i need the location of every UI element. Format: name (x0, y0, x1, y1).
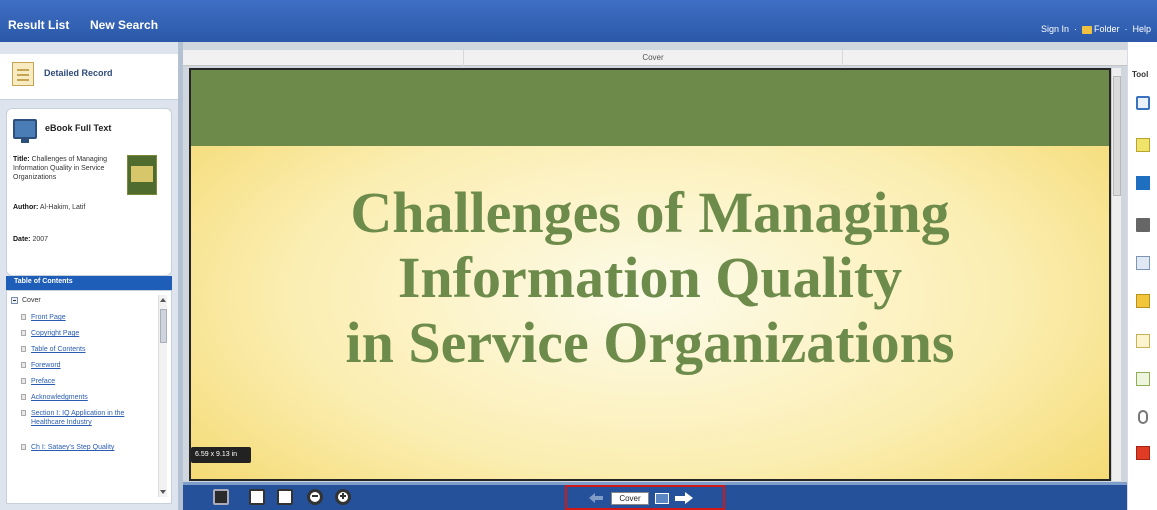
page-size-badge: 6.59 x 9.13 in (191, 447, 251, 463)
page-icon (21, 346, 26, 352)
help-link[interactable]: Help (1132, 24, 1151, 34)
detailed-record-icon (12, 62, 34, 86)
ebook-screen-icon (13, 119, 37, 143)
page-navigation: Cover (565, 485, 725, 510)
ebook-info-panel: eBook Full Text Title: Challenges of Man… (6, 108, 172, 276)
go-to-page-icon[interactable] (655, 493, 669, 504)
toc-item[interactable]: Copyright Page (21, 329, 151, 338)
ebook-full-text-heading: eBook Full Text (45, 123, 112, 133)
toc-item[interactable]: Front Page (21, 313, 151, 322)
dictionary-icon[interactable] (1136, 176, 1150, 190)
top-nav-bar: Result List New Search Sign In · Folder … (0, 0, 1157, 42)
new-search-link[interactable]: New Search (90, 18, 158, 32)
separator: · (1124, 24, 1128, 34)
title-label: Title: (13, 156, 30, 163)
tools-panel: Tool (1127, 42, 1157, 510)
toc-item-label: Preface (31, 378, 56, 385)
toc-panel: Cover Front Page Copyright Page Table of… (6, 290, 172, 504)
permalink-icon[interactable] (1138, 410, 1148, 424)
zoom-out-icon[interactable] (307, 489, 323, 505)
fit-width-icon[interactable] (249, 489, 265, 505)
toc-item[interactable]: Acknowledgments (21, 393, 151, 402)
left-sidebar: Detailed Record eBook Full Text Title: C… (0, 42, 178, 510)
detailed-record-box[interactable]: Detailed Record (0, 54, 178, 100)
page-viewer: Cover Challenges of Managing Information… (183, 42, 1127, 510)
ebook-viewer-app: Result List New Search Sign In · Folder … (0, 0, 1157, 510)
toc-root-label: Cover (22, 297, 41, 304)
zoom-in-icon[interactable] (335, 489, 351, 505)
author-label: Author: (13, 204, 39, 211)
toc-heading: Table of Contents (6, 276, 172, 290)
toc-root-item[interactable]: Cover (11, 297, 41, 304)
title-meta: Title: Challenges of Managing Informatio… (13, 155, 115, 182)
date-label: Date: (13, 236, 31, 243)
viewer-toolbar: Cover (183, 482, 1127, 510)
cover-top-band (191, 70, 1109, 146)
tools-heading: Tool (1132, 70, 1149, 79)
toc-item[interactable]: Preface (21, 377, 151, 386)
cover-title: Challenges of Managing Information Quali… (191, 180, 1109, 375)
save-icon[interactable] (1136, 294, 1150, 308)
toc-item[interactable]: Ch I: Sataey's Step Quality (21, 443, 151, 452)
folder-link[interactable]: Folder (1081, 24, 1120, 34)
toc-item-label: Front Page (31, 314, 66, 321)
scroll-thumb[interactable] (160, 309, 167, 343)
author-value: Al-Hakim, Latif (39, 204, 86, 211)
account-links: Sign In · Folder · Help (1041, 24, 1151, 34)
export-icon[interactable] (1136, 372, 1150, 386)
email-icon[interactable] (1136, 256, 1150, 270)
scroll-up-icon[interactable] (160, 298, 166, 302)
current-section-tab: Cover (463, 50, 843, 66)
viewer-scrollbar[interactable] (1111, 68, 1121, 481)
date-meta: Date: 2007 (13, 235, 48, 244)
cover-title-line: in Service Organizations (345, 310, 955, 375)
page-icon (21, 394, 26, 400)
viewer-tab-bar: Cover (183, 50, 1127, 66)
book-cover-thumbnail[interactable] (127, 155, 157, 195)
scroll-thumb[interactable] (1113, 76, 1121, 196)
page-icon (21, 330, 26, 336)
note-icon[interactable] (1136, 138, 1150, 152)
separator: · (1073, 24, 1077, 34)
toc-item-label: Section I: IQ Application in the Healthc… (31, 410, 125, 426)
toc-item-label: Foreword (31, 362, 61, 369)
toc-item-label: Acknowledgments (31, 394, 88, 401)
detailed-record-link[interactable]: Detailed Record (44, 68, 113, 78)
page-area: Challenges of Managing Information Quali… (189, 68, 1119, 481)
search-icon[interactable] (1136, 96, 1150, 110)
fit-page-icon[interactable] (277, 489, 293, 505)
cover-title-line: Challenges of Managing (350, 180, 950, 245)
page-input[interactable]: Cover (611, 492, 649, 505)
page-icon (21, 314, 26, 320)
toc-item[interactable]: Table of Contents (21, 345, 151, 354)
toc-item[interactable]: Foreword (21, 361, 151, 370)
scroll-down-icon[interactable] (160, 490, 166, 494)
sign-in-link[interactable]: Sign In (1041, 24, 1069, 34)
full-screen-icon[interactable] (213, 489, 229, 505)
folder-icon (1081, 25, 1092, 34)
toc-item-label: Table of Contents (31, 346, 86, 353)
next-page-icon[interactable] (675, 492, 693, 505)
page-icon (21, 362, 26, 368)
toc-item[interactable]: Section I: IQ Application in the Healthc… (21, 409, 151, 427)
toc-item-label: Copyright Page (31, 330, 80, 337)
cover-title-line: Information Quality (397, 245, 903, 310)
page-icon (21, 378, 26, 384)
toc-scrollbar[interactable] (158, 295, 167, 497)
previous-page-icon[interactable] (589, 493, 603, 503)
book-cover-page: Challenges of Managing Information Quali… (189, 68, 1111, 481)
folder-label: Folder (1093, 24, 1120, 34)
page-icon (21, 410, 26, 416)
toc-item-label: Ch I: Sataey's Step Quality (31, 444, 115, 451)
author-meta: Author: Al-Hakim, Latif (13, 203, 115, 212)
print-icon[interactable] (1136, 218, 1150, 232)
date-value: 2007 (32, 236, 49, 243)
pdf-icon[interactable] (1136, 446, 1150, 460)
collapse-icon[interactable] (11, 297, 18, 304)
cite-icon[interactable] (1136, 334, 1150, 348)
result-list-link[interactable]: Result List (8, 18, 69, 32)
page-icon (21, 444, 26, 450)
